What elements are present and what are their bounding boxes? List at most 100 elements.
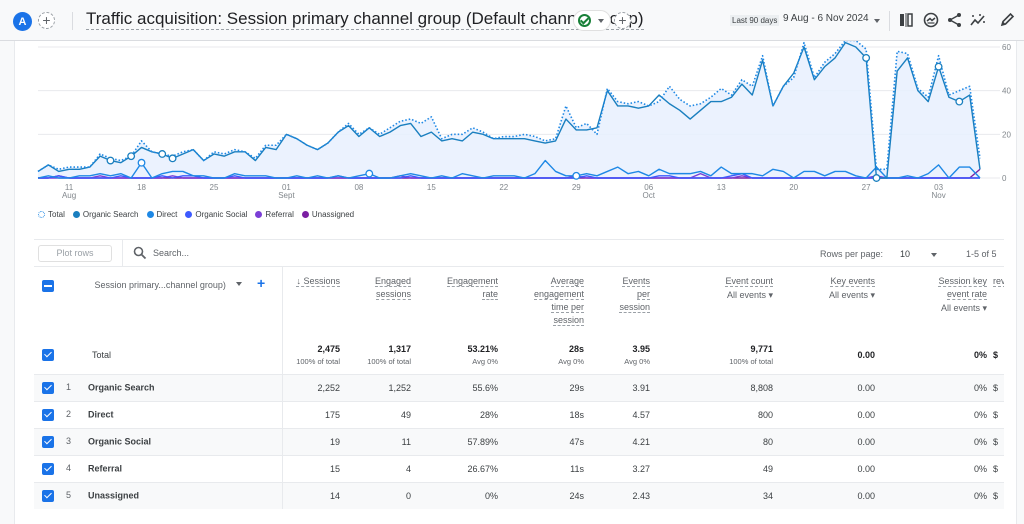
customize-report-button[interactable]: + (614, 12, 631, 29)
totals-subvalue: 100% of total (367, 357, 411, 367)
col-header-event-count[interactable]: Event count All events ▾ (656, 267, 779, 337)
channel-name[interactable]: Organic Search (88, 382, 155, 392)
row-rank: 3 (66, 435, 72, 446)
search-icon (133, 246, 147, 260)
row-checkbox[interactable] (42, 489, 54, 502)
col-header-sessions[interactable]: ↓ Sessions (282, 267, 346, 337)
column-header-label: time per (551, 302, 584, 313)
table-header-row: Session primary...channel group) + ↓ Ses… (34, 267, 1004, 337)
totals-value: 9,771 (750, 344, 773, 355)
metric-cell: 57.89% (417, 427, 504, 455)
metric-cell: 3.91 (590, 373, 656, 401)
row-checkbox[interactable] (42, 381, 54, 394)
metric-cell: $ (993, 400, 1004, 428)
metric-cell: 29s (504, 373, 590, 401)
legend-swatch-icon (146, 211, 154, 218)
totals-cell: 2,475 100% of total (282, 337, 346, 374)
col-header-key-events[interactable]: Key events All events ▾ (779, 267, 881, 337)
traffic-line-chart: 020406011Aug18 25 01Sept08 15 22 29 06Oct13 20 2… (37, 41, 1011, 200)
rows-per-page-dropdown-icon[interactable] (931, 253, 937, 257)
event-filter-dropdown[interactable]: All events ▾ (662, 290, 773, 301)
totals-value: 2,475 (317, 344, 340, 355)
channel-data-table: Session primary...channel group) + ↓ Ses… (34, 267, 1004, 509)
add-comparison-button[interactable]: + (38, 12, 55, 29)
x-tick-label: 18 (137, 183, 146, 192)
dimension-selector[interactable]: Session primary...channel group) (95, 280, 226, 290)
check-circle-icon (578, 14, 591, 27)
insights-icon[interactable] (922, 11, 940, 29)
table-search-input[interactable] (153, 245, 453, 261)
legend-item[interactable]: Organic Search (72, 210, 139, 219)
col-header-session-key-event-rate[interactable]: Session key event rate All events ▾ (881, 267, 993, 337)
col-header-avg-engagement-time[interactable]: Average engagement time per session (504, 267, 590, 337)
row-checkbox[interactable] (42, 408, 54, 421)
dimension-dropdown-icon[interactable] (236, 282, 243, 286)
legend-item[interactable]: Unassigned (301, 210, 354, 219)
edit-icon[interactable] (998, 11, 1016, 29)
metric-cell: 26.67% (417, 454, 504, 482)
data-point-marker (137, 158, 146, 167)
date-range-picker[interactable]: 9 Aug - 6 Nov 2024 (783, 13, 869, 24)
channel-name[interactable]: Referral (88, 463, 122, 473)
col-header-engagement-rate[interactable]: Engagement rate (417, 267, 504, 337)
totals-subvalue: Avg 0% (472, 357, 498, 367)
row-rank: 1 (66, 381, 72, 392)
totals-cell: 28s Avg 0% (504, 337, 590, 374)
legend-item[interactable]: Organic Social (185, 210, 247, 219)
legend-item[interactable]: Total (38, 210, 65, 219)
metric-cell: 0.00 (779, 373, 881, 401)
data-quality-status-button[interactable] (573, 10, 611, 31)
x-tick-month-label: Aug (62, 191, 76, 200)
table-row[interactable]: 5 Unassigned 14 0 0% 24s 2.43 34 0.00 0% $ (34, 481, 1004, 509)
table-row[interactable]: 1 Organic Search 2,252 1,252 55.6% 29s 3.91 8,8… (34, 373, 1004, 401)
metric-cell: $ (993, 481, 1004, 509)
event-filter-dropdown[interactable]: All events ▾ (785, 290, 875, 301)
trend-icon[interactable] (969, 11, 987, 29)
column-header-label: Key events (830, 276, 875, 287)
x-tick-month-label: Sept (278, 191, 295, 200)
column-header-label: rate (482, 289, 498, 300)
data-point-marker (572, 171, 581, 180)
row-checkbox[interactable] (42, 462, 54, 475)
add-dimension-button[interactable]: + (257, 275, 265, 291)
table-row[interactable]: 4 Referral 15 4 26.67% 11s 3.27 49 0.00 0% $ (34, 454, 1004, 482)
metric-cell: 800 (656, 400, 779, 428)
channel-name[interactable]: Unassigned (88, 490, 139, 500)
totals-checkbox[interactable] (42, 349, 54, 362)
account-avatar[interactable]: A (13, 12, 32, 31)
col-header-events-per-session[interactable]: Events per session (590, 267, 656, 337)
totals-cell: 0.00 (779, 337, 881, 374)
divider (122, 240, 123, 267)
metric-cell: 1,252 (346, 373, 417, 401)
metric-cell: 28% (417, 400, 504, 428)
table-row[interactable]: 3 Organic Social 19 11 57.89% 47s 4.21 80 0.00 0%… (34, 427, 1004, 455)
rows-per-page-select[interactable]: 10 (900, 249, 910, 259)
col-header-revenue[interactable]: rev (993, 267, 1004, 337)
plot-rows-button[interactable]: Plot rows (38, 245, 112, 262)
event-filter-dropdown[interactable]: All events ▾ (887, 303, 987, 314)
dimension-cell: 5 Unassigned (34, 481, 283, 509)
legend-item[interactable]: Direct (146, 210, 177, 219)
share-icon[interactable] (946, 11, 964, 29)
totals-subvalue: Avg 0% (624, 357, 650, 367)
select-all-checkbox[interactable] (42, 279, 54, 292)
metric-cell: 3.27 (590, 454, 656, 482)
column-header-label: rev (993, 276, 1004, 287)
legend-label: Referral (265, 210, 294, 219)
metric-cell: $ (993, 427, 1004, 455)
channel-name[interactable]: Organic Social (88, 436, 151, 446)
legend-item[interactable]: Referral (255, 210, 294, 219)
row-checkbox[interactable] (42, 435, 54, 448)
channel-name[interactable]: Direct (88, 409, 114, 419)
totals-cell: $ (993, 337, 1004, 374)
column-header-label: per (636, 289, 650, 300)
metric-cell: 0.00 (779, 454, 881, 482)
col-header-engaged-sessions[interactable]: Engaged sessions (346, 267, 417, 337)
compare-icon[interactable] (897, 11, 915, 29)
column-header-label: Engagement (446, 276, 498, 287)
x-tick-label: 25 (210, 183, 219, 192)
legend-label: Organic Search (82, 210, 139, 219)
date-range-dropdown-icon[interactable] (874, 19, 880, 23)
table-row[interactable]: 2 Direct 175 49 28% 18s 4.57 800 0.00 0% $ (34, 400, 1004, 428)
metric-cell: 2,252 (282, 373, 346, 401)
